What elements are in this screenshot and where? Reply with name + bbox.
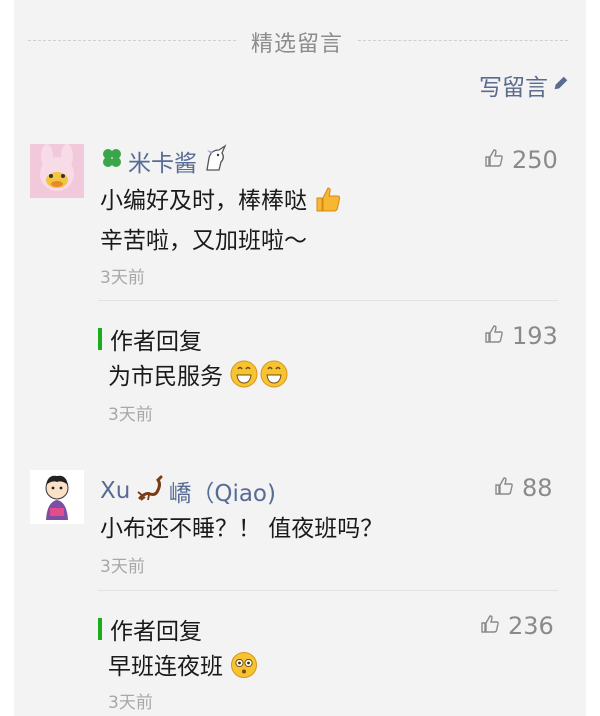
reply-label-text: 作者回复 bbox=[110, 329, 202, 355]
like-count: 88 bbox=[522, 474, 553, 502]
header-divider-right bbox=[358, 40, 568, 41]
like-button[interactable]: 250 bbox=[484, 146, 558, 174]
reply-indicator-bar bbox=[98, 618, 102, 640]
commenter-name[interactable]: Xu 嶠（Qiao) bbox=[100, 474, 276, 508]
flushed-face-emoji bbox=[230, 651, 258, 691]
avatar[interactable] bbox=[30, 470, 84, 524]
write-comment-label: 写留言 bbox=[479, 75, 548, 101]
comment-text: 小布还不睡？！ 值夜班吗？ bbox=[100, 516, 384, 542]
comment-line: 小编好及时，棒棒哒 bbox=[100, 188, 307, 214]
cartoon-avatar-icon bbox=[30, 470, 84, 524]
four-leaf-clover-icon bbox=[100, 146, 124, 176]
write-comment-button[interactable]: 写留言 bbox=[479, 68, 570, 102]
scorpion-icon bbox=[134, 474, 164, 508]
comment-line: 辛苦啦，又加班啦～ bbox=[100, 228, 307, 254]
comments-panel bbox=[14, 0, 586, 716]
thumbs-up-emoji bbox=[314, 185, 342, 225]
reply-time: 3天前 bbox=[108, 405, 153, 425]
reply-text: 早班连夜班 bbox=[108, 648, 258, 691]
comment-time: 3天前 bbox=[100, 268, 145, 288]
unicorn-icon bbox=[201, 144, 229, 178]
divider bbox=[98, 300, 558, 301]
commenter-name-text: 米卡酱 bbox=[128, 151, 197, 177]
grinning-face-emoji bbox=[230, 359, 288, 401]
reply-like-count: 193 bbox=[512, 322, 558, 350]
commenter-name-part2: 嶠（Qiao) bbox=[168, 481, 276, 507]
reply-label-text: 作者回复 bbox=[110, 619, 202, 645]
section-header: 精选留言 bbox=[14, 22, 580, 58]
thumbs-up-icon bbox=[484, 146, 504, 174]
reply-text-content: 为市民服务 bbox=[108, 364, 223, 390]
author-reply-label: 作者回复 bbox=[98, 612, 202, 646]
thumbs-up-icon bbox=[480, 612, 500, 640]
avatar[interactable] bbox=[30, 144, 84, 198]
author-reply-label: 作者回复 bbox=[98, 322, 202, 356]
commenter-name-part1: Xu bbox=[100, 478, 131, 504]
like-button[interactable]: 88 bbox=[494, 474, 553, 502]
thumbs-up-icon bbox=[484, 322, 504, 350]
reply-like-button[interactable]: 236 bbox=[480, 612, 554, 640]
commenter-name[interactable]: 米卡酱 bbox=[100, 144, 229, 178]
bunny-avatar-icon bbox=[30, 144, 84, 198]
reply-like-button[interactable]: 193 bbox=[484, 322, 558, 350]
section-title: 精选留言 bbox=[250, 32, 343, 57]
pencil-icon bbox=[552, 72, 570, 98]
thumbs-up-icon bbox=[494, 474, 514, 502]
reply-text: 为市民服务 bbox=[108, 358, 288, 401]
comment-time: 3天前 bbox=[100, 557, 145, 577]
divider bbox=[98, 590, 558, 591]
comment-text: 小编好及时，棒棒哒 bbox=[100, 182, 342, 225]
reply-text-content: 早班连夜班 bbox=[108, 654, 223, 680]
reply-time: 3天前 bbox=[108, 693, 153, 713]
reply-indicator-bar bbox=[98, 328, 102, 350]
reply-like-count: 236 bbox=[508, 612, 554, 640]
like-count: 250 bbox=[512, 146, 558, 174]
